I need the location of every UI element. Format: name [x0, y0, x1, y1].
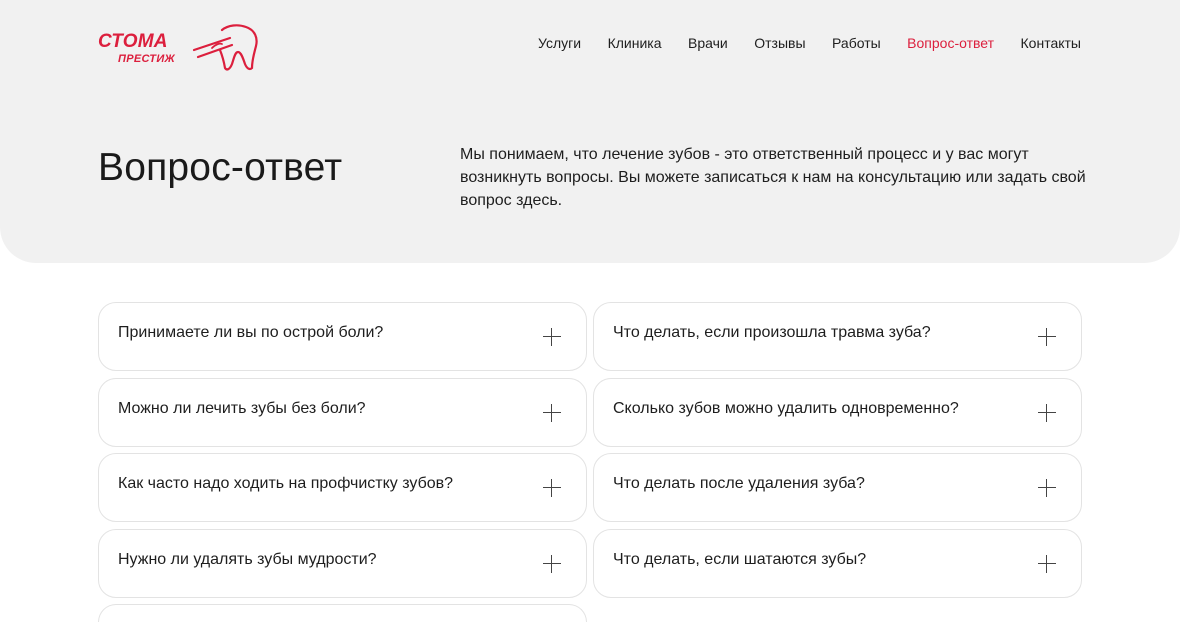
- plus-icon[interactable]: [1037, 327, 1057, 347]
- faq-item[interactable]: Что делать, если шатаются зубы?: [593, 529, 1082, 598]
- faq-question: Что делать, если шатаются зубы?: [613, 551, 867, 568]
- plus-icon[interactable]: [542, 327, 562, 347]
- logo-name-line1: СТОМА: [98, 31, 168, 52]
- faq-question: Можно ли лечить зубы без боли?: [118, 400, 366, 417]
- faq-item[interactable]: Сколько зубов можно удалить одновременно…: [593, 378, 1082, 447]
- faq-question: Что делать после удаления зуба?: [613, 475, 865, 492]
- tooth-icon: [192, 24, 260, 72]
- faq-question: Принимаете ли вы по острой боли?: [118, 324, 384, 341]
- faq-item[interactable]: Что делать, если произошла травма зуба?: [593, 302, 1082, 371]
- nav-item-faq[interactable]: Вопрос-ответ: [907, 35, 994, 51]
- page-title: Вопрос-ответ: [98, 146, 343, 189]
- faq-item[interactable]: Что делать после удаления зуба?: [593, 453, 1082, 522]
- plus-icon[interactable]: [1037, 478, 1057, 498]
- plus-icon[interactable]: [1037, 403, 1057, 423]
- faq-item[interactable]: Принимаете ли вы по острой боли?: [98, 302, 587, 371]
- logo-name-line2: ПРЕСТИЖ: [118, 53, 176, 65]
- nav-item-reviews[interactable]: Отзывы: [754, 35, 805, 51]
- plus-icon[interactable]: [542, 554, 562, 574]
- faq-question: Нужно ли удалять зубы мудрости?: [118, 551, 377, 568]
- faq-item[interactable]: Нужно ли удалять зубы мудрости?: [98, 529, 587, 598]
- intro-text: Мы понимаем, что лечение зубов - это отв…: [460, 146, 1086, 209]
- nav-item-doctors[interactable]: Врачи: [688, 35, 728, 51]
- plus-icon[interactable]: [542, 478, 562, 498]
- main-nav: Услуги Клиника Врачи Отзывы Работы Вопро…: [512, 35, 1081, 51]
- nav-item-clinic[interactable]: Клиника: [608, 35, 662, 51]
- faq-question: Что делать, если произошла травма зуба?: [613, 324, 931, 341]
- hero-section: СТОМА ПРЕСТИЖ Услуги Клиника Врачи Отзыв…: [0, 0, 1180, 263]
- nav-item-works[interactable]: Работы: [832, 35, 881, 51]
- nav-item-services[interactable]: Услуги: [538, 35, 581, 51]
- nav-item-contacts[interactable]: Контакты: [1021, 35, 1081, 51]
- logo[interactable]: СТОМА ПРЕСТИЖ: [98, 24, 260, 72]
- faq-question: Сколько зубов можно удалить одновременно…: [613, 400, 959, 417]
- plus-icon[interactable]: [542, 403, 562, 423]
- plus-icon[interactable]: [1037, 554, 1057, 574]
- faq-question: Как часто надо ходить на профчистку зубо…: [118, 475, 454, 492]
- faq-item[interactable]: Как часто надо ходить на профчистку зубо…: [98, 453, 587, 522]
- faq-item[interactable]: Можно ли лечить зубы без боли?: [98, 378, 587, 447]
- faq-item[interactable]: [98, 604, 587, 622]
